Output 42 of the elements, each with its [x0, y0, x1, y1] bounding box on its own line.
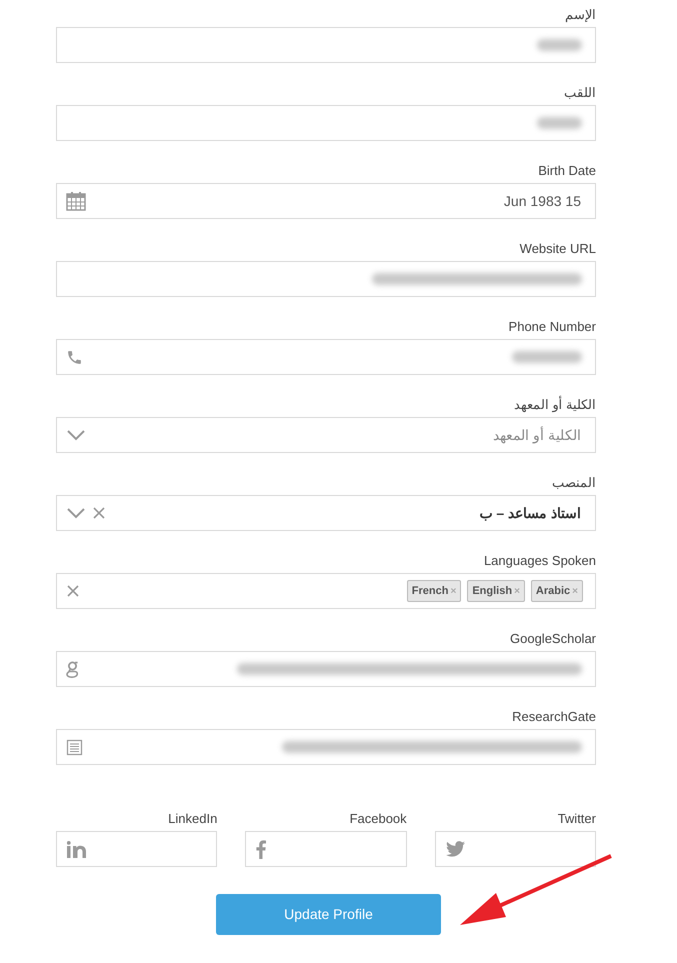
- linkedin-icon: [67, 840, 86, 858]
- input-field[interactable]: [56, 27, 596, 63]
- field-label: الإسم: [565, 6, 596, 24]
- field-label: ResearchGate: [512, 708, 596, 726]
- chevron-down-icon: [67, 508, 85, 518]
- field-label: Birth Date: [538, 162, 596, 180]
- field-label: Phone Number: [508, 318, 596, 336]
- tags-field[interactable]: French × English × Arabic ×: [56, 573, 596, 609]
- field-label: Website URL: [520, 240, 596, 258]
- field-label: GoogleScholar: [510, 630, 596, 648]
- bird-icon: [446, 841, 465, 857]
- language-tag[interactable]: English ×: [467, 580, 525, 602]
- input-field[interactable]: [56, 105, 596, 141]
- select-field[interactable]: الكلية أو المعهد: [56, 417, 596, 453]
- input-field[interactable]: Jun 1983 15: [56, 183, 596, 219]
- clear-icon[interactable]: [93, 507, 105, 519]
- select-placeholder: الكلية أو المعهد: [493, 425, 582, 446]
- field-label: Facebook: [350, 810, 407, 828]
- tag-label: French: [412, 584, 448, 599]
- field-label: الكلية أو المعهد: [514, 394, 596, 414]
- document-icon: [66, 738, 83, 756]
- select-field[interactable]: استاذ مساعد – ب: [56, 495, 596, 531]
- field-label: اللقب: [564, 84, 596, 102]
- clear-icon[interactable]: [67, 585, 79, 597]
- tag-label: English: [472, 584, 512, 599]
- input-field[interactable]: [245, 831, 407, 867]
- input-field[interactable]: [56, 339, 596, 375]
- language-tag[interactable]: French ×: [406, 580, 462, 602]
- phone-icon: [66, 348, 83, 366]
- field-label: Languages Spoken: [484, 552, 596, 570]
- tag-label: Arabic: [536, 584, 570, 599]
- field-label: المنصب: [552, 474, 596, 492]
- input-field[interactable]: [56, 831, 218, 867]
- g-letter-icon: [66, 660, 78, 678]
- field-label: Twitter: [558, 810, 596, 828]
- input-field[interactable]: [434, 831, 596, 867]
- chevron-down-icon: [67, 430, 85, 440]
- calendar-icon: [66, 191, 86, 211]
- selected-value: استاذ مساعد – ب: [480, 504, 582, 523]
- language-tag[interactable]: Arabic ×: [530, 580, 583, 602]
- field-label: LinkedIn: [168, 810, 218, 828]
- facebook-icon: [256, 840, 266, 858]
